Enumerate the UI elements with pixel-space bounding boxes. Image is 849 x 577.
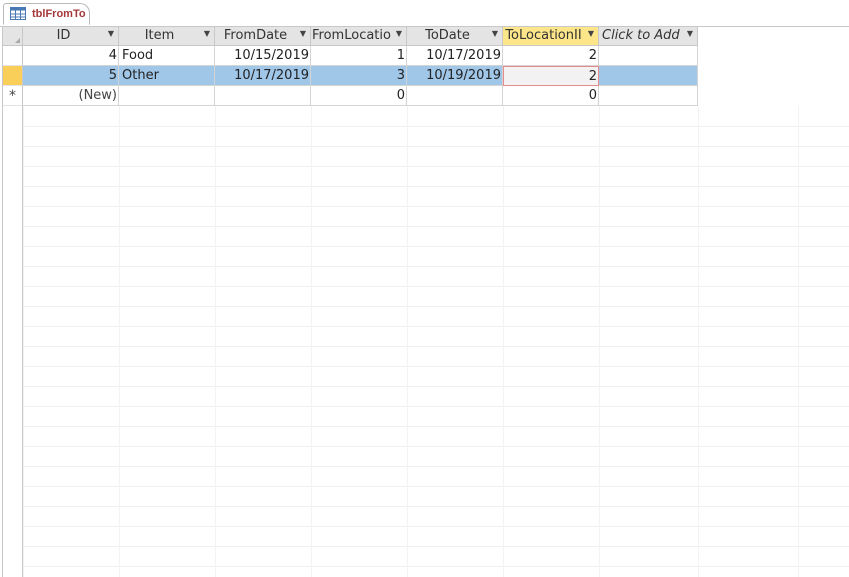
document-tab-strip: tblFromTo: [0, 0, 849, 27]
record-selector[interactable]: [3, 46, 23, 66]
gridline: [23, 206, 849, 207]
gridline: [23, 146, 849, 147]
gridline: [23, 266, 849, 267]
gridline: [23, 166, 849, 167]
cell-id-new[interactable]: (New): [23, 86, 119, 106]
cell-click-to-add[interactable]: [599, 86, 698, 106]
gridline: [698, 106, 699, 577]
gridline: [119, 106, 120, 577]
cell-id[interactable]: 4: [23, 46, 119, 66]
gridline: [503, 106, 504, 577]
select-all-button[interactable]: [3, 27, 23, 46]
dropdown-arrow-icon[interactable]: ▼: [687, 29, 693, 38]
record-selector-column-border: [22, 106, 23, 577]
cell-fromlocation[interactable]: 3: [311, 66, 407, 86]
new-record-marker[interactable]: *: [3, 86, 23, 106]
gridline: [23, 426, 849, 427]
gridline: [23, 406, 849, 407]
cell-todate[interactable]: 10/19/2019: [407, 66, 503, 86]
dropdown-arrow-icon[interactable]: ▼: [300, 29, 306, 38]
tab-label: tblFromTo: [32, 8, 86, 20]
gridline: [23, 246, 849, 247]
gridline: [23, 386, 849, 387]
gridline: [215, 106, 216, 577]
cell-todate[interactable]: 10/17/2019: [407, 46, 503, 66]
cell-fromlocation[interactable]: 1: [311, 46, 407, 66]
dropdown-arrow-icon[interactable]: ▼: [396, 29, 402, 38]
dropdown-arrow-icon[interactable]: ▼: [588, 29, 594, 38]
cell-fromdate[interactable]: 10/15/2019: [215, 46, 311, 66]
cell-click-to-add[interactable]: [599, 46, 698, 66]
column-header-label: Click to Add: [602, 28, 680, 43]
gridline: [23, 566, 849, 567]
dropdown-arrow-icon[interactable]: ▼: [492, 29, 498, 38]
select-all-triangle-icon: [15, 38, 20, 43]
gridline: [599, 106, 600, 577]
column-header-click-to-add[interactable]: Click to Add ▼: [599, 27, 698, 46]
column-header-fromlocation[interactable]: FromLocatio ▼: [311, 27, 407, 46]
gridline: [23, 106, 24, 577]
gridline: [23, 186, 849, 187]
cell-item[interactable]: Food: [119, 46, 215, 66]
gridline: [23, 346, 849, 347]
cell-item[interactable]: Other: [119, 66, 215, 86]
gridline: [23, 306, 849, 307]
column-header-tolocation[interactable]: ToLocationII ▼: [503, 27, 599, 46]
cell-fromdate[interactable]: [215, 86, 311, 106]
cell-tolocation[interactable]: 0: [503, 86, 599, 106]
datasheet: ID ▼ Item ▼ FromDate ▼ FromLocatio ▼ ToD…: [2, 27, 849, 577]
gridline: [23, 326, 849, 327]
cell-todate[interactable]: [407, 86, 503, 106]
column-header-label: ID: [56, 28, 71, 43]
gridline: [23, 226, 849, 227]
column-header-label: FromDate: [223, 28, 288, 43]
cell-click-to-add[interactable]: [599, 66, 698, 86]
cell-fromlocation[interactable]: 0: [311, 86, 407, 106]
gridline: [23, 486, 849, 487]
column-header-item[interactable]: Item ▼: [119, 27, 215, 46]
column-header-fromdate[interactable]: FromDate ▼: [215, 27, 311, 46]
gridline: [23, 366, 849, 367]
cell-item[interactable]: [119, 86, 215, 106]
cell-tolocation[interactable]: 2: [503, 46, 599, 66]
cell-fromdate[interactable]: 10/17/2019: [215, 66, 311, 86]
gridline: [23, 546, 849, 547]
gridline: [23, 446, 849, 447]
gridline: [23, 126, 849, 127]
gridline: [23, 286, 849, 287]
dropdown-arrow-icon[interactable]: ▼: [204, 29, 210, 38]
gridline: [798, 106, 799, 577]
column-header-label: ToLocationII: [505, 28, 582, 43]
record-selector-current[interactable]: [3, 66, 23, 86]
gridline: [407, 106, 408, 577]
gridline: [23, 506, 849, 507]
table-icon: [10, 7, 26, 20]
cell-tolocation-active[interactable]: 2: [503, 66, 599, 86]
column-header-todate[interactable]: ToDate ▼: [407, 27, 503, 46]
gridline: [311, 106, 312, 577]
column-header-id[interactable]: ID ▼: [23, 27, 119, 46]
gridline: [23, 526, 849, 527]
column-header-label: Item: [144, 28, 175, 43]
gridline: [23, 466, 849, 467]
column-header-label: FromLocatio: [312, 28, 391, 43]
dropdown-arrow-icon[interactable]: ▼: [108, 29, 114, 38]
cell-id[interactable]: 5: [23, 66, 119, 86]
tab-tblFromTo[interactable]: tblFromTo: [3, 3, 90, 25]
column-header-label: ToDate: [425, 28, 470, 43]
